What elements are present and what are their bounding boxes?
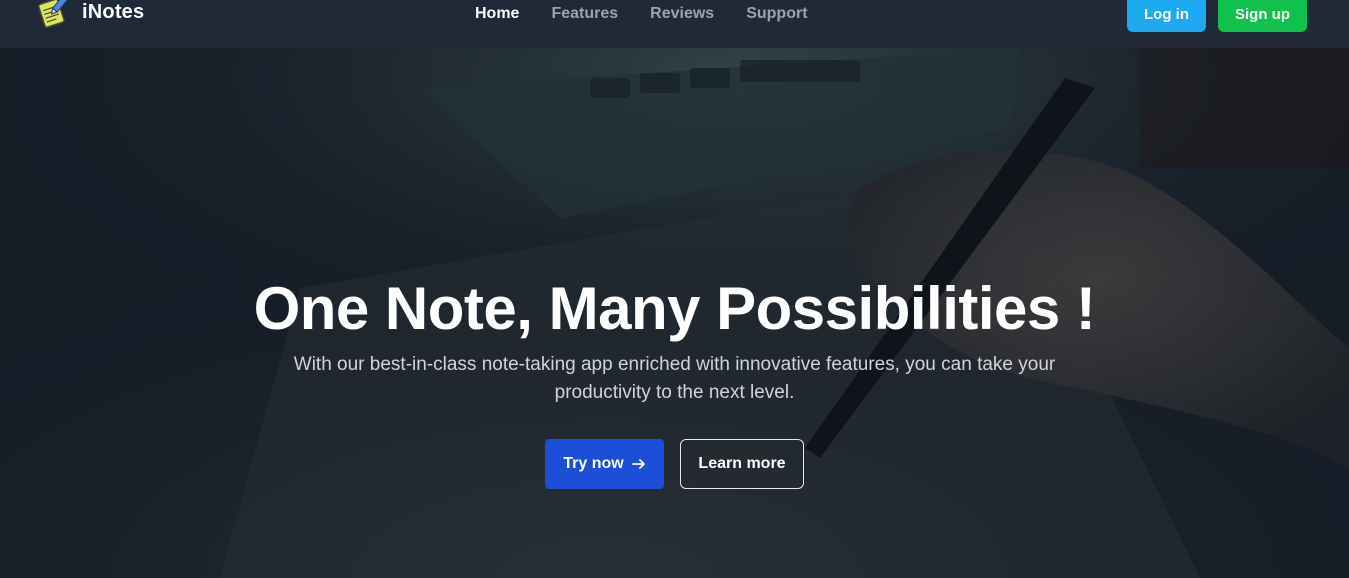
nav-link-features[interactable]: Features — [551, 5, 618, 23]
hero-actions: Try now Learn more — [0, 439, 1349, 489]
nav-link-home[interactable]: Home — [475, 5, 519, 23]
hero-content: One Note, Many Possibilities ! With our … — [0, 273, 1349, 489]
arrow-right-icon — [631, 459, 645, 469]
login-button[interactable]: Log in — [1127, 0, 1206, 32]
hero-title: One Note, Many Possibilities ! — [253, 275, 1096, 342]
try-now-button[interactable]: Try now — [545, 439, 664, 489]
hero-subtitle: With our best-in-class note-taking app e… — [293, 354, 1056, 403]
navbar: iNotes Home Features Reviews Support Log… — [0, 0, 1349, 48]
brand-name: iNotes — [82, 0, 145, 23]
auth-buttons: Log in Sign up — [1127, 0, 1307, 32]
hero-section: One Note, Many Possibilities ! With our … — [0, 48, 1349, 578]
nav-link-support[interactable]: Support — [746, 5, 807, 23]
main-nav: Home Features Reviews Support — [475, 5, 808, 23]
nav-link-reviews[interactable]: Reviews — [650, 5, 714, 23]
brand[interactable]: iNotes — [34, 0, 144, 30]
learn-more-button[interactable]: Learn more — [680, 439, 804, 489]
notepad-pencil-icon — [37, 0, 70, 28]
try-now-label: Try now — [563, 455, 624, 472]
signup-button[interactable]: Sign up — [1218, 0, 1307, 32]
